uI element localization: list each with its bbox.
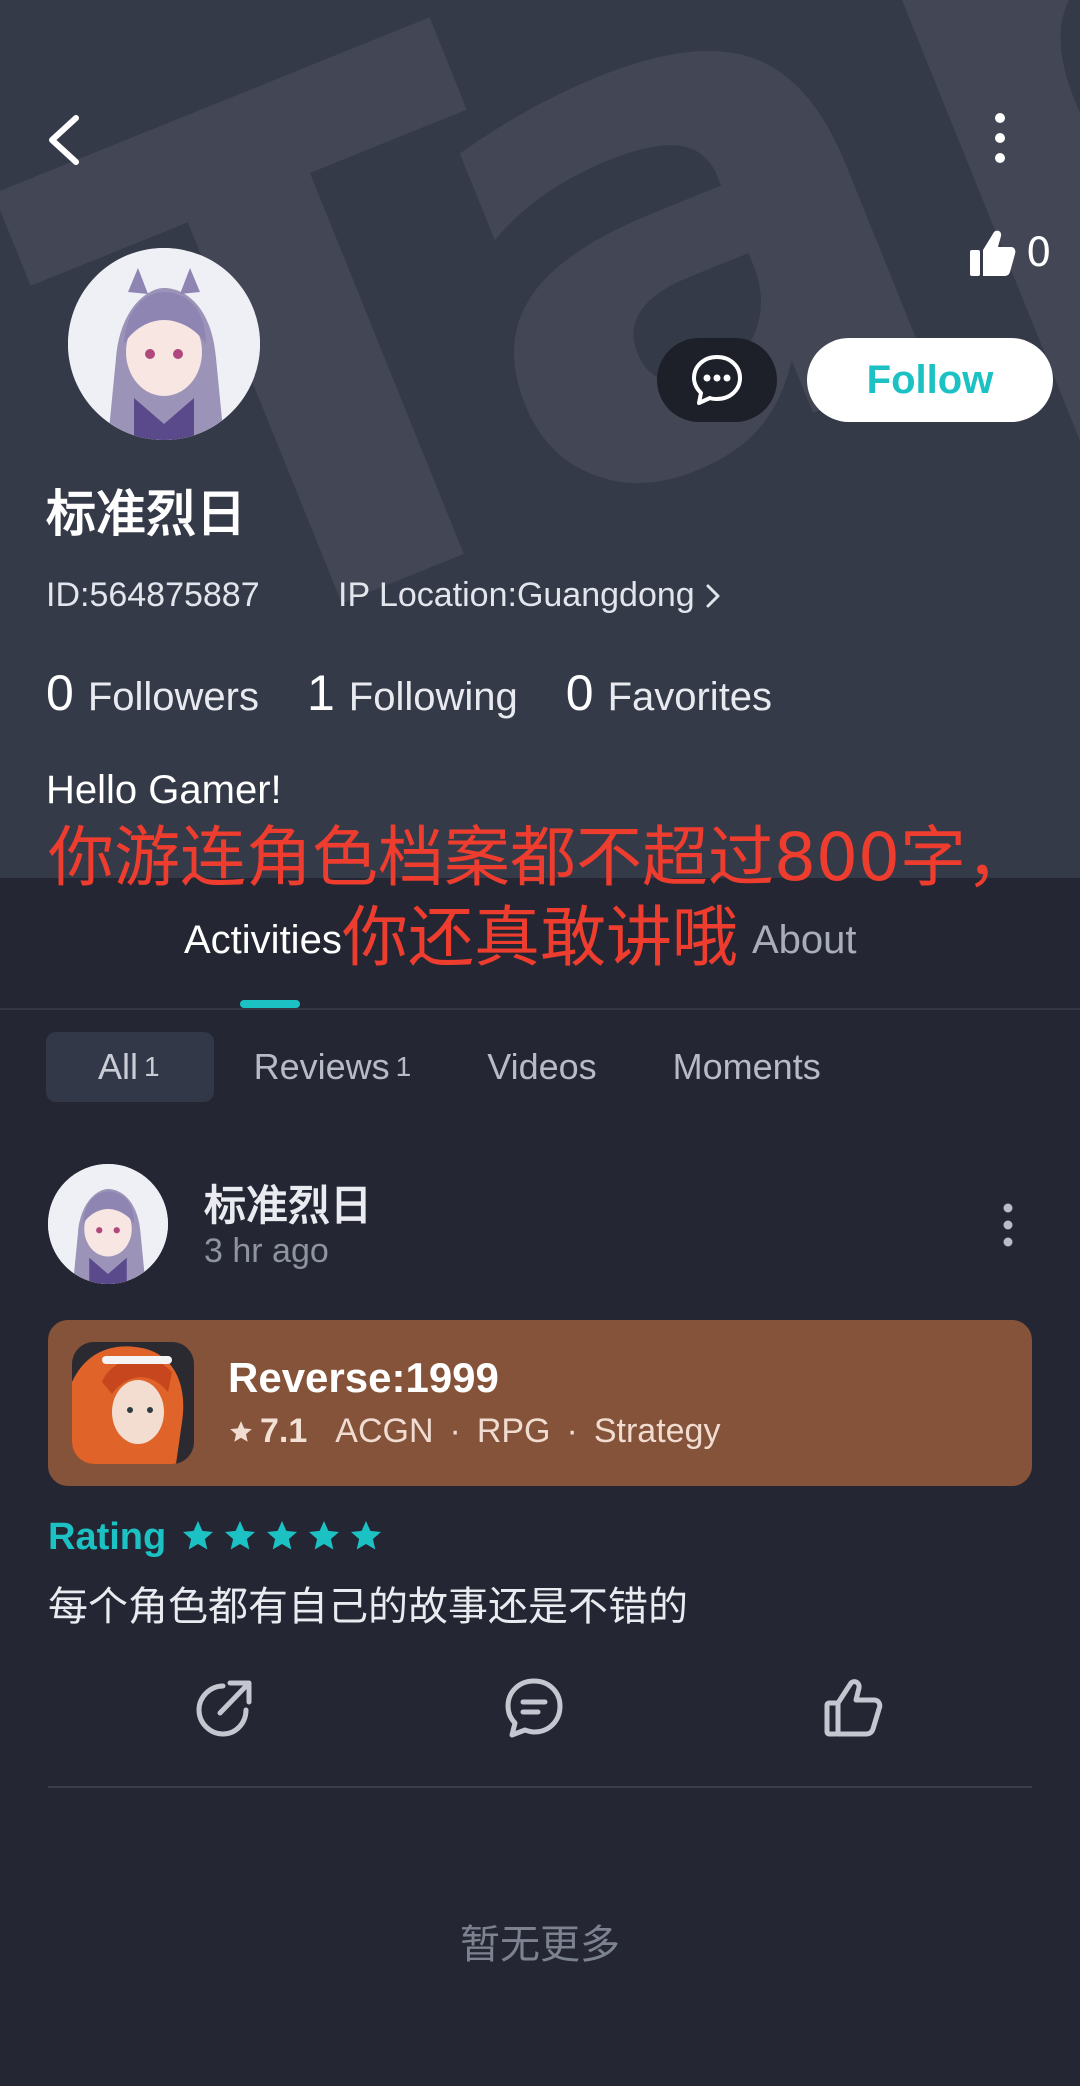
follow-button[interactable]: Follow [807, 338, 1053, 422]
ip-location-text: IP Location:Guangdong [338, 576, 695, 614]
profile-tabs: Activities About [0, 878, 1080, 1010]
profile-likes[interactable]: 0 [968, 226, 1051, 280]
like-icon [824, 1679, 883, 1737]
filter-all-label: All [98, 1046, 139, 1087]
star-icon [230, 1420, 252, 1442]
post-more-button[interactable] [990, 1200, 1026, 1250]
profile-username: 标准烈日 [46, 485, 246, 543]
back-button[interactable] [40, 110, 90, 170]
profile-stats: 0 Followers 1 Following 0 Favorites [46, 664, 820, 722]
followers-count: 0 [46, 665, 74, 721]
review-text: 每个角色都有自己的故事还是不错的 [48, 1584, 688, 1630]
share-icon [196, 1680, 252, 1737]
tab-activities[interactable]: Activities [184, 918, 342, 963]
game-icon [72, 1342, 194, 1464]
filter-all[interactable]: All 1 [46, 1032, 214, 1102]
more-vertical-icon [1003, 1203, 1013, 1247]
star-icon [267, 1520, 298, 1549]
rating-row: Rating [48, 1516, 390, 1559]
filter-videos-label: Videos [487, 1046, 597, 1087]
active-tab-indicator [240, 1000, 300, 1008]
post-timestamp: 3 hr ago [204, 1232, 329, 1270]
rating-stars [180, 1518, 390, 1558]
favorites-label: Favorites [607, 675, 773, 719]
message-icon [692, 355, 742, 405]
star-icon [225, 1520, 256, 1549]
followers-label: Followers [87, 675, 259, 719]
like-button[interactable] [822, 1676, 886, 1740]
game-tag: ACGN [335, 1412, 434, 1450]
avatar-image [68, 248, 260, 440]
tag-separator: · [449, 1412, 461, 1450]
post-author-avatar[interactable] [48, 1164, 168, 1284]
post-avatar-image [48, 1164, 168, 1284]
filter-moments-label: Moments [672, 1046, 821, 1087]
more-vertical-icon [995, 113, 1005, 163]
game-meta: 7.1 ACGN · RPG · Strategy [228, 1412, 720, 1451]
user-id[interactable]: ID:564875887 [46, 576, 260, 615]
favorites-count: 0 [565, 665, 594, 721]
game-card[interactable]: Reverse:1999 7.1 ACGN · RPG · Strategy [48, 1320, 1032, 1486]
following-count: 1 [306, 665, 335, 721]
filter-videos[interactable]: Videos [451, 1032, 632, 1102]
following-label: Following [348, 675, 518, 719]
stat-followers[interactable]: 0 Followers [46, 664, 259, 722]
post-author-name[interactable]: 标准烈日 [204, 1172, 372, 1233]
filter-reviews-count: 1 [395, 1051, 412, 1082]
game-title: Reverse:1999 [228, 1354, 499, 1401]
star-icon [183, 1520, 214, 1549]
profile-page: TapTap 0 [0, 0, 1080, 2086]
profile-bio: Hello Gamer! [46, 768, 282, 812]
star-icon [351, 1520, 382, 1549]
profile-avatar[interactable] [68, 248, 260, 440]
comment-icon [505, 1678, 563, 1738]
back-icon [49, 115, 79, 165]
filter-reviews-label: Reviews [253, 1046, 390, 1087]
activity-filters: All 1 Reviews 1 Videos Moments [46, 1032, 861, 1102]
no-more-indicator: 暂无更多 [460, 1922, 620, 1968]
tag-separator: · [566, 1412, 578, 1450]
thumbs-up-icon [970, 230, 1016, 276]
game-score: 7.1 [260, 1412, 308, 1450]
post-divider [48, 1786, 1032, 1788]
rating-label: Rating [48, 1516, 167, 1558]
filter-reviews[interactable]: Reviews 1 [218, 1032, 448, 1102]
filter-moments[interactable]: Moments [637, 1032, 857, 1102]
more-options-button[interactable] [980, 112, 1020, 164]
stat-following[interactable]: 1 Following [307, 664, 518, 722]
game-tag: RPG [476, 1412, 551, 1450]
stat-favorites[interactable]: 0 Favorites [566, 664, 772, 722]
profile-header: TapTap 0 [0, 0, 1080, 878]
chevron-right-icon [706, 584, 720, 607]
filter-all-count: 1 [144, 1051, 160, 1082]
comment-button[interactable] [502, 1676, 566, 1740]
tab-about[interactable]: About [752, 918, 857, 963]
game-tag: Strategy [593, 1412, 721, 1450]
share-button[interactable] [192, 1676, 256, 1740]
game-icon-image [72, 1342, 194, 1464]
ip-location-link[interactable]: IP Location:Guangdong [338, 576, 721, 615]
star-icon [309, 1520, 340, 1549]
message-button[interactable] [657, 338, 777, 422]
likes-count: 0 [1026, 230, 1052, 276]
